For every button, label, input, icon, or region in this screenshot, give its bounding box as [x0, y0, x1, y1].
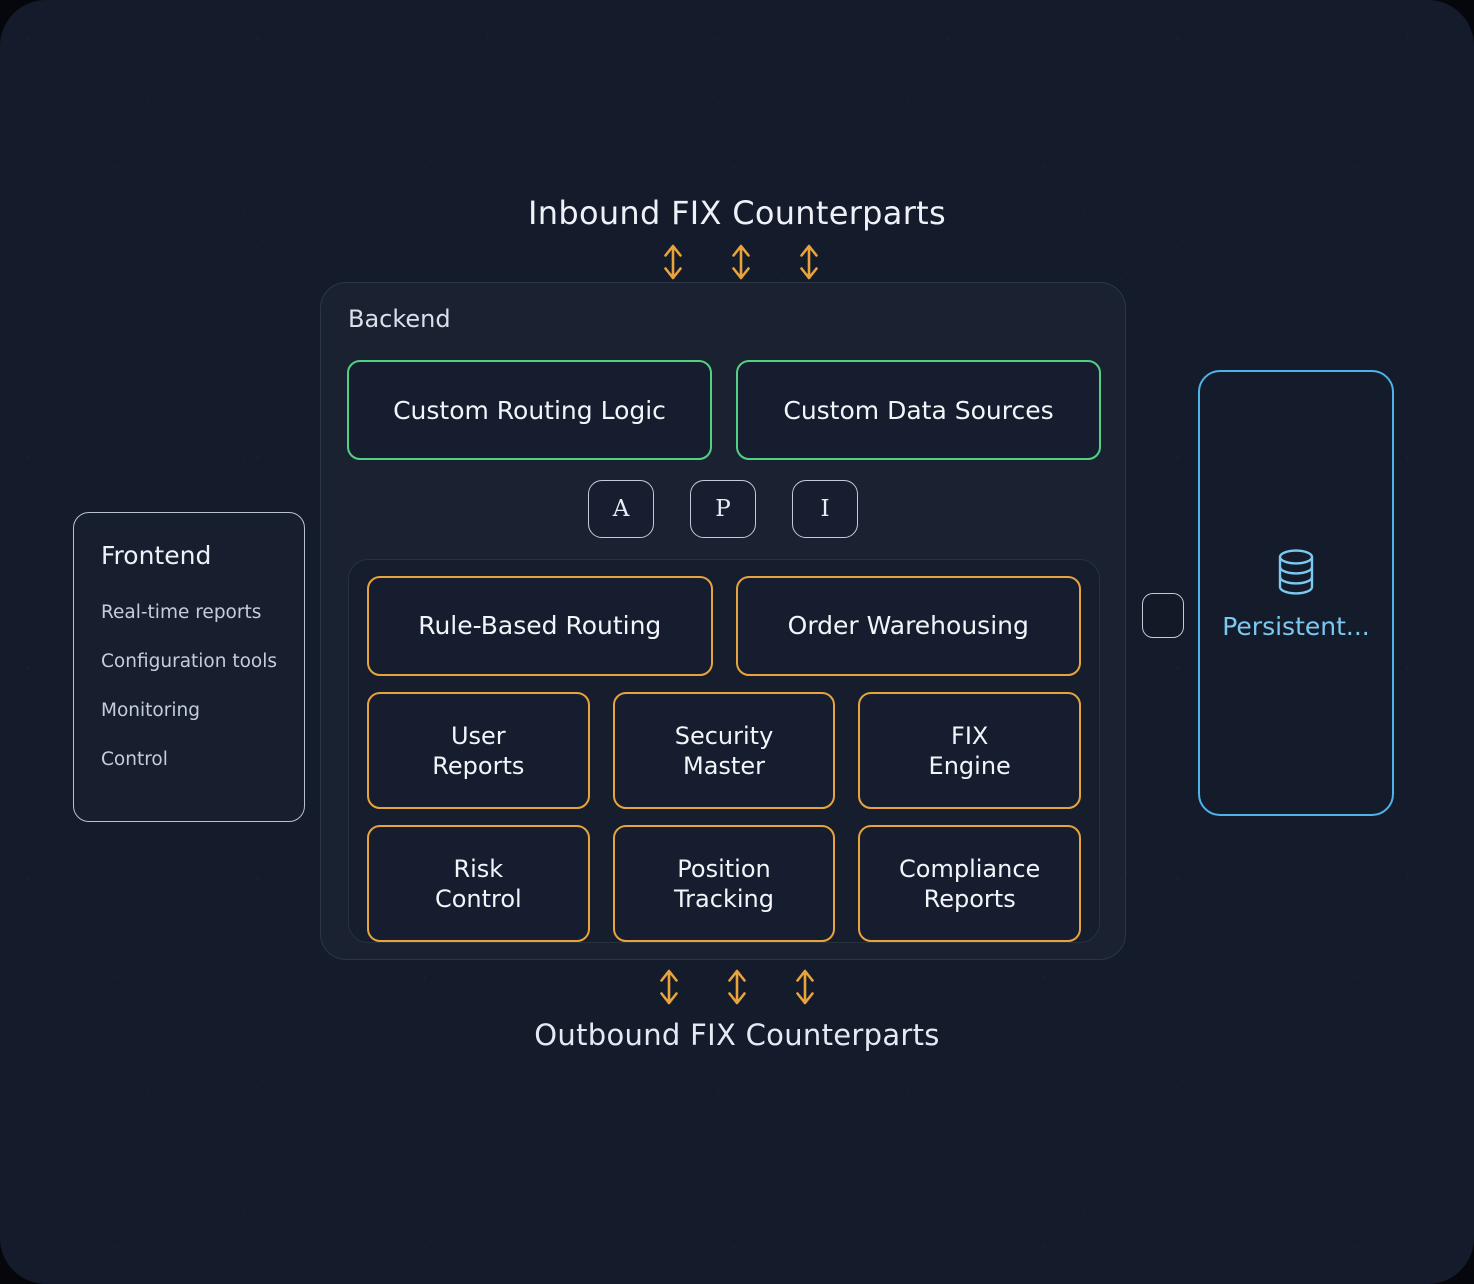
- box-line-2: Control: [434, 884, 522, 913]
- frontend-item-configuration-tools: Configuration tools: [101, 651, 278, 672]
- box-line-1: FIX: [951, 721, 989, 750]
- risk-control-box[interactable]: Risk Control: [367, 825, 590, 942]
- up-down-arrow-icon: [660, 969, 678, 1005]
- box-line-2: Engine: [928, 751, 1011, 780]
- inbound-title: Inbound FIX Counterparts: [528, 194, 946, 232]
- api-letter-row: A P I: [321, 480, 1125, 538]
- inbound-arrow-row: [0, 243, 1474, 281]
- fix-engine-box[interactable]: FIX Engine: [858, 692, 1082, 809]
- frontend-item-real-time-reports: Real-time reports: [101, 602, 262, 623]
- box-line-2: Reports: [432, 751, 525, 780]
- services-row-3: Risk Control Position Tracking Compliance R…: [367, 825, 1082, 942]
- box-line-2: Master: [683, 751, 765, 780]
- persistent-storage-label: Persistent...: [1222, 611, 1370, 641]
- custom-data-sources-box[interactable]: Custom Data Sources: [736, 360, 1101, 460]
- box-line-1: Position: [677, 854, 771, 883]
- backend-panel: Backend Custom Routing Logic Custom Data…: [320, 282, 1126, 960]
- box-line-1: Compliance: [899, 854, 1041, 883]
- rule-based-routing-box[interactable]: Rule-Based Routing: [367, 576, 713, 676]
- user-reports-box[interactable]: User Reports: [367, 692, 590, 809]
- connector-node-icon: [1142, 593, 1184, 638]
- frontend-panel: Frontend Real-time reports Configuration…: [73, 512, 305, 822]
- api-letter-a: A: [588, 480, 654, 538]
- persistent-storage-panel: Persistent...: [1198, 370, 1394, 816]
- up-down-arrow-icon: [728, 969, 746, 1005]
- order-warehousing-box[interactable]: Order Warehousing: [735, 576, 1081, 676]
- up-down-arrow-icon: [800, 244, 818, 280]
- security-master-box[interactable]: Security Master: [612, 692, 836, 809]
- box-line-2: Tracking: [674, 884, 774, 913]
- backend-services-panel: Rule-Based Routing Order Warehousing Use…: [348, 559, 1100, 943]
- box-line-1: Security: [674, 721, 774, 750]
- diagram-canvas: Inbound FIX Counterparts Frontend Real-t…: [0, 0, 1474, 1284]
- services-primary-row: Rule-Based Routing Order Warehousing: [367, 576, 1081, 676]
- frontend-panel-title: Frontend: [101, 541, 212, 570]
- frontend-item-monitoring: Monitoring: [101, 700, 200, 721]
- backend-panel-title: Backend: [348, 305, 451, 333]
- services-row-2: User Reports Security Master FIX Engine: [367, 692, 1082, 809]
- api-letter-i: I: [792, 480, 858, 538]
- api-letter-p: P: [690, 480, 756, 538]
- box-line-1: User: [450, 721, 506, 750]
- custom-routing-logic-box[interactable]: Custom Routing Logic: [347, 360, 712, 460]
- up-down-arrow-icon: [796, 969, 814, 1005]
- up-down-arrow-icon: [664, 244, 682, 280]
- outbound-title: Outbound FIX Counterparts: [534, 1018, 940, 1052]
- box-line-1: Risk: [453, 854, 504, 883]
- outbound-arrow-row: [0, 968, 1474, 1006]
- box-line-2: Reports: [923, 884, 1016, 913]
- custom-components-row: Custom Routing Logic Custom Data Sources: [347, 360, 1101, 460]
- position-tracking-box[interactable]: Position Tracking: [612, 825, 836, 942]
- database-icon: [1278, 548, 1314, 595]
- frontend-item-control: Control: [101, 749, 168, 770]
- compliance-reports-box[interactable]: Compliance Reports: [858, 825, 1082, 942]
- up-down-arrow-icon: [732, 244, 750, 280]
